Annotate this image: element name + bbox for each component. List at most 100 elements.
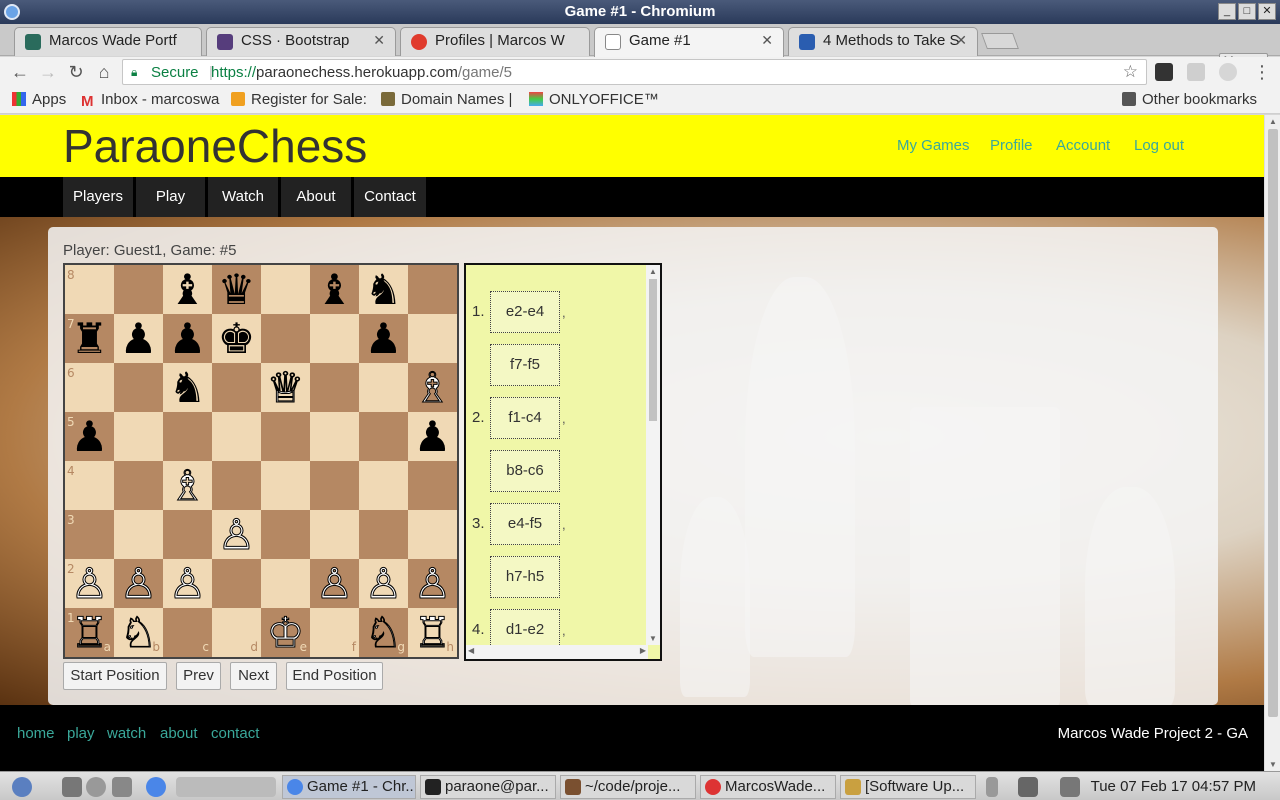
board-square[interactable]: ♟: [114, 314, 163, 363]
board-square[interactable]: [310, 363, 359, 412]
board-square[interactable]: ♙: [212, 510, 261, 560]
file-manager-icon[interactable]: [62, 777, 82, 797]
board-square[interactable]: h ♖: [408, 608, 457, 658]
menu-icon[interactable]: ⋮: [1250, 60, 1274, 84]
move-button[interactable]: e2-e4: [490, 291, 560, 333]
footer-contact-link[interactable]: contact: [211, 725, 259, 742]
black-piece-icon[interactable]: ♞: [169, 363, 207, 412]
extension-icon[interactable]: [1155, 63, 1173, 81]
scroll-left-icon[interactable]: ◀: [468, 646, 474, 655]
extension-icon[interactable]: [1187, 63, 1205, 81]
board-square[interactable]: [212, 363, 261, 412]
chess-board[interactable]: 8 ♝ ♛ ♝ ♞ 7 ♜ ♟ ♟ ♚ ♟ 6 ♞ ♕ ♗ 5 ♟ ♟ 4 ♗ 3 ♙ 2 ♙ ♙ ♙ ♙ ♙ ♙ 1 a ♖ b ♘ c d e ♔ f g…: [63, 263, 459, 659]
board-square[interactable]: [261, 461, 310, 510]
bookmark-onlyoffice[interactable]: ONLYOFFICE™: [529, 91, 659, 108]
white-piece-icon[interactable]: ♙: [168, 559, 207, 609]
board-square[interactable]: ♕: [261, 363, 310, 413]
white-piece-icon[interactable]: ♗: [413, 363, 452, 413]
taskbar-window-editor[interactable]: ~/code/proje...: [560, 775, 696, 799]
board-square[interactable]: ♙: [114, 559, 163, 609]
board-square[interactable]: ♗: [408, 363, 457, 413]
board-square[interactable]: ♞: [163, 363, 212, 412]
scroll-right-icon[interactable]: ▶: [640, 646, 646, 655]
board-square[interactable]: ♟: [408, 412, 457, 461]
board-square[interactable]: [310, 412, 359, 461]
end-position-button[interactable]: End Position: [286, 662, 383, 690]
board-square[interactable]: e ♔: [261, 608, 310, 658]
workspace-switcher[interactable]: [176, 777, 276, 797]
board-square[interactable]: [163, 412, 212, 461]
board-square[interactable]: ♞: [359, 265, 408, 314]
my-games-link[interactable]: My Games: [897, 137, 970, 154]
board-square[interactable]: [114, 363, 163, 412]
bookmark-other[interactable]: Other bookmarks: [1122, 91, 1257, 108]
board-square[interactable]: [359, 510, 408, 559]
browser-launcher-icon[interactable]: [86, 777, 106, 797]
forward-icon[interactable]: →: [36, 60, 60, 84]
board-square[interactable]: [359, 461, 408, 510]
minimize-button[interactable]: _: [1218, 3, 1236, 20]
address-bar[interactable]: 🔒︎ Secure | https://paraonechess.herokua…: [122, 59, 1147, 85]
black-piece-icon[interactable]: ♟: [365, 314, 403, 363]
footer-watch-link[interactable]: watch: [107, 725, 146, 742]
tab-portfolio[interactable]: Marcos Wade Portf: [14, 27, 202, 56]
board-square[interactable]: [408, 461, 457, 510]
logout-link[interactable]: Log out: [1134, 137, 1184, 154]
site-brand[interactable]: ParaoneChess: [63, 119, 367, 173]
white-piece-icon[interactable]: ♙: [413, 559, 452, 609]
black-piece-icon[interactable]: ♟: [169, 314, 207, 363]
board-square[interactable]: [310, 461, 359, 510]
board-square[interactable]: [114, 412, 163, 461]
black-piece-icon[interactable]: ♞: [365, 265, 403, 314]
board-square[interactable]: [114, 510, 163, 559]
scroll-up-icon[interactable]: ▲: [1269, 117, 1277, 126]
tab-game[interactable]: Game #1 ✕: [594, 27, 784, 57]
move-button[interactable]: f1-c4: [490, 397, 560, 439]
board-square[interactable]: [310, 510, 359, 559]
board-square[interactable]: [359, 412, 408, 461]
board-square[interactable]: ♝: [310, 265, 359, 314]
move-button[interactable]: h7-h5: [490, 556, 560, 598]
tab-bootstrap[interactable]: CSS · Bootstrap ✕: [206, 27, 396, 56]
scroll-down-icon[interactable]: ▼: [649, 634, 657, 643]
bookmark-register[interactable]: Register for Sale:: [231, 91, 367, 108]
board-square[interactable]: [212, 559, 261, 608]
black-piece-icon[interactable]: ♜: [71, 314, 109, 363]
move-button[interactable]: e4-f5: [490, 503, 560, 545]
close-tab-icon[interactable]: ✕: [955, 32, 967, 49]
nav-watch[interactable]: Watch: [208, 177, 278, 217]
profile-link[interactable]: Profile: [990, 137, 1033, 154]
board-square[interactable]: ♙: [310, 559, 359, 609]
board-square[interactable]: [261, 559, 310, 608]
board-square[interactable]: ♗: [163, 461, 212, 511]
taskbar-window-terminal[interactable]: paraone@par...: [420, 775, 556, 799]
account-link[interactable]: Account: [1056, 137, 1110, 154]
black-piece-icon[interactable]: ♟: [120, 314, 158, 363]
board-square[interactable]: d: [212, 608, 261, 657]
move-button[interactable]: b8-c6: [490, 450, 560, 492]
board-square[interactable]: [261, 314, 310, 363]
move-button[interactable]: f7-f5: [490, 344, 560, 386]
board-square[interactable]: [408, 265, 457, 314]
move-button[interactable]: d1-e2: [490, 609, 560, 645]
board-square[interactable]: ♛: [212, 265, 261, 314]
scroll-thumb[interactable]: [649, 279, 657, 421]
black-piece-icon[interactable]: ♟: [71, 412, 109, 461]
black-piece-icon[interactable]: ♚: [218, 314, 256, 363]
white-piece-icon[interactable]: ♙: [70, 559, 109, 609]
prev-button[interactable]: Prev: [176, 662, 221, 690]
bookmark-domains[interactable]: Domain Names |: [381, 91, 512, 108]
footer-home-link[interactable]: home: [17, 725, 55, 742]
home-icon[interactable]: ⌂: [92, 60, 116, 84]
footer-play-link[interactable]: play: [67, 725, 95, 742]
board-square[interactable]: c: [163, 608, 212, 657]
board-square[interactable]: ♙: [408, 559, 457, 609]
bookmark-star-icon[interactable]: ☆: [1123, 62, 1138, 82]
board-square[interactable]: [212, 461, 261, 510]
chromium-launcher-icon[interactable]: [146, 777, 166, 797]
board-square[interactable]: 1 a ♖: [65, 608, 114, 658]
board-square[interactable]: [359, 363, 408, 412]
board-square[interactable]: ♙: [163, 559, 212, 609]
maximize-button[interactable]: □: [1238, 3, 1256, 20]
board-square[interactable]: [163, 510, 212, 559]
